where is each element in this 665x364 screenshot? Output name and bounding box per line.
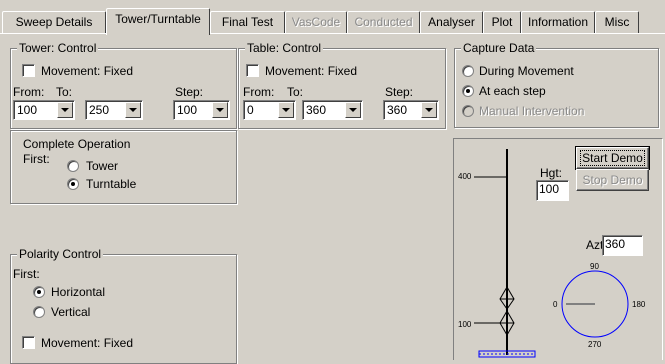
capture-during-movement-radio[interactable] [462,65,474,77]
first-turntable-radio[interactable] [67,178,79,190]
tab-vascode[interactable]: VasCode [285,11,347,33]
tower-movement-label: Movement: Fixed [41,64,134,78]
capture-data-group: Capture Data During Movement At each ste… [454,41,659,128]
table-step-select[interactable]: 360 [383,100,439,120]
capture-during-movement-label: During Movement [479,64,574,78]
table-movement-checkbox[interactable] [246,64,259,77]
table-step-label: Step: [385,85,414,99]
tab-final-test[interactable]: Final Test [210,11,285,33]
capture-at-each-step-radio[interactable] [462,85,474,97]
tower-from-select[interactable]: 100 [13,100,75,120]
tab-sweep-details[interactable]: Sweep Details [2,11,106,33]
table-from-select[interactable]: 0 [243,100,296,120]
first-tower-label: Tower [86,159,119,173]
first-tower-radio[interactable] [67,160,79,172]
tab-panel-edge [0,33,106,34]
capture-manual-intervention-label: Manual Intervention [479,104,585,118]
polarity-vertical-label: Vertical [51,305,91,319]
tab-tower-turntable[interactable]: Tower/Turntable [106,8,210,35]
tower-diagram [474,149,629,358]
tower-from-value: 100 [17,103,38,117]
complete-operation-title: Complete Operation [23,137,131,151]
tab-bar: Sweep Details Tower/Turntable Final Test… [0,0,665,35]
chevron-down-icon[interactable] [212,102,228,118]
capture-manual-intervention-radio[interactable] [462,105,474,117]
complete-operation-first-label: First: [23,152,50,166]
polarity-control-group: Polarity Control First: Horizontal Verti… [10,247,237,364]
table-from-label: From: [243,85,275,99]
polarity-movement-checkbox[interactable] [22,336,35,349]
radio-selected-dot [71,182,75,186]
table-to-value: 360 [306,103,327,117]
chevron-down-icon[interactable] [125,102,141,118]
tower-step-value: 100 [177,103,198,117]
polarity-movement-label: Movement: Fixed [41,336,134,350]
capture-data-legend: Capture Data [461,41,537,55]
radio-selected-dot [37,290,41,294]
polarity-first-label: First: [13,267,40,281]
capture-at-each-step-label: At each step [479,84,546,98]
compass-east-label: 180 [632,300,646,309]
tower-to-value: 250 [89,103,110,117]
compass-north-label: 90 [590,262,599,271]
tower-to-label: To: [56,85,73,99]
chevron-down-icon[interactable] [421,102,437,118]
chevron-down-icon[interactable] [278,102,294,118]
table-movement-label: Movement: Fixed [265,64,358,78]
tower-to-select[interactable]: 250 [85,100,143,120]
tab-conducted[interactable]: Conducted [347,11,420,33]
table-control-legend: Table: Control [245,41,324,55]
tower-step-label: Step: [175,85,204,99]
table-from-value: 0 [247,103,254,117]
first-turntable-label: Turntable [86,177,137,191]
tab-panel-edge [210,33,665,34]
tab-analyser[interactable]: Analyser [420,11,483,33]
table-to-select[interactable]: 360 [302,100,363,120]
polarity-vertical-radio[interactable] [33,306,45,318]
tower-from-label: From: [13,85,45,99]
tower-movement-checkbox[interactable] [22,64,35,77]
table-to-label: To: [287,85,304,99]
compass-west-label: 0 [553,300,558,309]
tower-control-group: Tower: Control Movement: Fixed From: To:… [10,41,237,129]
tower-step-select[interactable]: 100 [173,100,230,120]
polarity-horizontal-label: Horizontal [51,285,106,299]
compass-south-label: 270 [588,340,602,349]
chevron-down-icon[interactable] [345,102,361,118]
tower-control-legend: Tower: Control [17,41,99,55]
chevron-down-icon[interactable] [57,102,73,118]
complete-operation-group: Complete Operation First: Tower Turntabl… [10,130,237,204]
tab-plot[interactable]: Plot [483,11,521,33]
tab-misc[interactable]: Misc [595,11,639,33]
demo-visualization-panel: Start Demo Stop Demo Hgt: 100 Azt: 360 4… [453,138,663,360]
polarity-control-legend: Polarity Control [17,247,104,261]
radio-selected-dot [466,89,470,93]
table-control-group: Table: Control Movement: Fixed From: To:… [238,41,446,129]
polarity-horizontal-radio[interactable] [33,286,45,298]
table-step-value: 360 [387,103,408,117]
tab-information[interactable]: Information [521,11,595,33]
